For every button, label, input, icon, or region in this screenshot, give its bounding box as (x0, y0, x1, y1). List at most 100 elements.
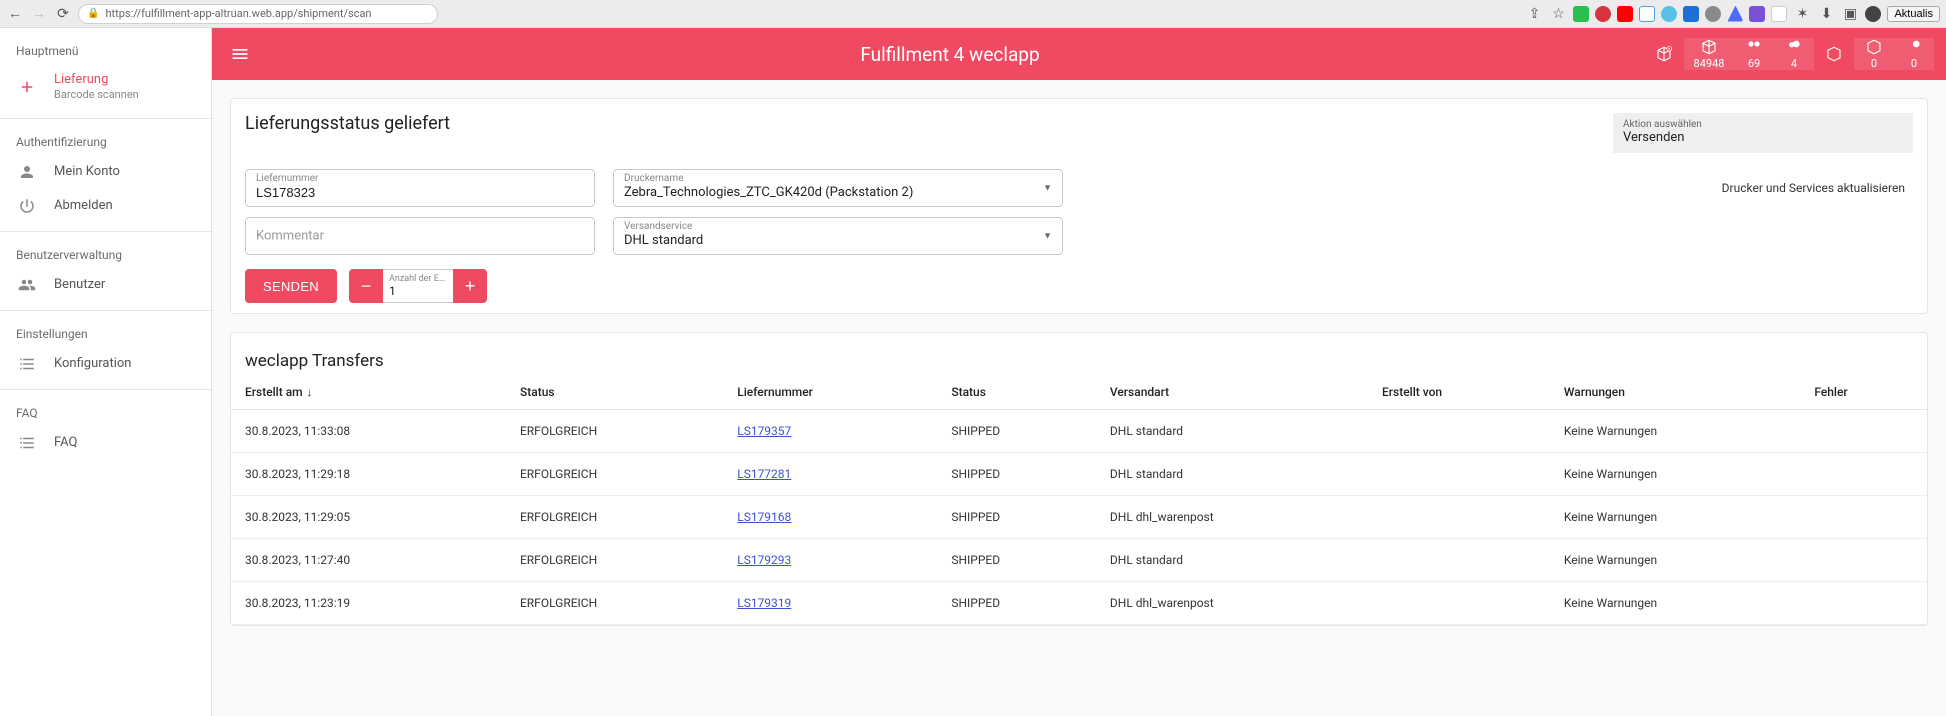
list-icon (16, 434, 38, 452)
kommentar-field[interactable]: Kommentar (245, 217, 595, 255)
col-status1[interactable]: Status (506, 375, 723, 410)
cell-fehler (1800, 582, 1927, 625)
abp-icon[interactable] (1595, 6, 1611, 22)
cell-erstellt: 30.8.2023, 11:23:19 (231, 582, 506, 625)
cell-status2: SHIPPED (937, 453, 1096, 496)
stat-value: 0 (1871, 57, 1877, 70)
liefernummer-field[interactable]: Liefernummer (245, 169, 595, 207)
stats-ext-icon[interactable] (1771, 6, 1787, 22)
druckername-select[interactable]: Druckername Zebra_Technologies_ZTC_GK420… (613, 169, 1063, 207)
stat-zero-b[interactable]: 0 (1894, 38, 1934, 70)
stat-package-down[interactable] (1814, 38, 1854, 70)
gray-ext-icon[interactable] (1705, 6, 1721, 22)
cell-warnungen: Keine Warnungen (1550, 582, 1800, 625)
reload-button[interactable]: ⟳ (54, 5, 72, 23)
label-count-field[interactable]: Anzahl der Etik… 1 (383, 269, 453, 303)
refresh-services-link[interactable]: Drucker und Services aktualisieren (1722, 181, 1913, 195)
stat-add-package[interactable] (1644, 38, 1684, 70)
versandservice-value: DHL standard (624, 233, 1052, 248)
triangle-ext-icon[interactable] (1727, 6, 1743, 22)
col-warnungen[interactable]: Warnungen (1550, 375, 1800, 410)
pin-ext-icon[interactable] (1661, 6, 1677, 22)
stat-packages[interactable]: 84948 (1684, 38, 1734, 70)
cell-versandart: DHL standard (1096, 453, 1368, 496)
plus-icon (16, 78, 38, 96)
col-status2[interactable]: Status (937, 375, 1096, 410)
sidebar: Hauptmenü Lieferung Barcode scannen Auth… (0, 28, 212, 716)
power-icon (16, 197, 38, 215)
liefernummer-link[interactable]: LS179293 (737, 553, 791, 567)
liefernummer-link[interactable]: LS179319 (737, 596, 791, 610)
versandservice-select[interactable]: Versandservice DHL standard (613, 217, 1063, 255)
sidebar-item-konfiguration[interactable]: Konfiguration (0, 347, 211, 381)
cell-versandart: DHL standard (1096, 410, 1368, 453)
cell-status2: SHIPPED (937, 582, 1096, 625)
send-button[interactable]: SENDEN (245, 269, 337, 303)
cell-erstellt: 30.8.2023, 11:27:40 (231, 539, 506, 582)
col-erstellt-von[interactable]: Erstellt von (1368, 375, 1550, 410)
decrement-button[interactable]: − (349, 269, 383, 303)
address-bar[interactable]: 🔒 https://fulfillment-app-altruan.web.ap… (78, 4, 438, 24)
cell-erstellt-von (1368, 453, 1550, 496)
extensions-button[interactable]: ✶ (1793, 5, 1811, 23)
cell-status1: ERFOLGREICH (506, 582, 723, 625)
liefernummer-input[interactable] (256, 185, 584, 200)
blue-ext-icon[interactable] (1683, 6, 1699, 22)
transfers-title: weclapp Transfers (231, 333, 1927, 375)
url-text: https://fulfillment-app-altruan.web.app/… (105, 7, 371, 20)
ext-s-icon[interactable] (1639, 6, 1655, 22)
stat-users-a[interactable]: 69 (1734, 38, 1774, 70)
youtube-ext-icon[interactable] (1617, 6, 1633, 22)
cell-versandart: DHL standard (1096, 539, 1368, 582)
increment-button[interactable]: + (453, 269, 487, 303)
browser-chrome: ← → ⟳ 🔒 https://fulfillment-app-altruan.… (0, 0, 1946, 28)
col-liefernummer[interactable]: Liefernummer (723, 375, 937, 410)
cell-fehler (1800, 539, 1927, 582)
sort-desc-icon: ↓ (307, 386, 313, 399)
purple-ext-icon[interactable] (1749, 6, 1765, 22)
table-row: 30.8.2023, 11:23:19ERFOLGREICH LS179319 SH… (231, 582, 1927, 625)
cell-liefernummer: LS179168 (723, 496, 937, 539)
back-button[interactable]: ← (6, 5, 24, 23)
cell-erstellt: 30.8.2023, 11:29:05 (231, 496, 506, 539)
col-erstellt[interactable]: Erstellt am↓ (231, 375, 506, 410)
avatar-icon[interactable] (1865, 6, 1881, 22)
sidebar-item-benutzer[interactable]: Benutzer (0, 268, 211, 302)
table-row: 30.8.2023, 11:29:05ERFOLGREICH LS179168 SH… (231, 496, 1927, 539)
lock-icon: 🔒 (87, 8, 99, 19)
cell-status2: SHIPPED (937, 496, 1096, 539)
shipment-form-card: Lieferungsstatus geliefert Aktion auswäh… (230, 98, 1928, 314)
stat-users-b[interactable]: 4 (1774, 38, 1814, 70)
app-bar: Fulfillment 4 weclapp 84948 69 4 (212, 28, 1946, 80)
cell-status1: ERFOLGREICH (506, 496, 723, 539)
star-icon[interactable]: ☆ (1549, 5, 1567, 23)
liefernummer-link[interactable]: LS177281 (737, 467, 791, 481)
extension-icon[interactable] (1573, 6, 1589, 22)
cell-erstellt-von (1368, 496, 1550, 539)
stat-value: 69 (1748, 57, 1760, 70)
main-area: Fulfillment 4 weclapp 84948 69 4 (212, 28, 1946, 716)
sidebar-item-konto[interactable]: Mein Konto (0, 155, 211, 189)
sidebar-item-abmelden[interactable]: Abmelden (0, 189, 211, 223)
download-icon[interactable]: ⬇ (1817, 5, 1835, 23)
person-icon (16, 163, 38, 181)
sidebar-item-label: FAQ (54, 435, 77, 451)
field-label: Liefernummer (256, 173, 318, 184)
cell-warnungen: Keine Warnungen (1550, 539, 1800, 582)
action-select[interactable]: Aktion auswählen Versenden (1613, 113, 1913, 153)
liefernummer-link[interactable]: LS179357 (737, 424, 791, 438)
col-versandart[interactable]: Versandart (1096, 375, 1368, 410)
forward-button[interactable]: → (30, 5, 48, 23)
refresh-browser-button[interactable]: Aktualis (1887, 6, 1940, 22)
stat-zero-a[interactable]: 0 (1854, 38, 1894, 70)
cell-versandart: DHL dhl_warenpost (1096, 582, 1368, 625)
cell-status2: SHIPPED (937, 410, 1096, 453)
sidebar-item-lieferung[interactable]: Lieferung Barcode scannen (0, 64, 211, 110)
share-icon[interactable]: ⇪ (1525, 5, 1543, 23)
col-fehler[interactable]: Fehler (1800, 375, 1927, 410)
panel-icon[interactable]: ▣ (1841, 5, 1859, 23)
label-count-stepper: − Anzahl der Etik… 1 + (349, 269, 487, 303)
menu-button[interactable] (224, 38, 256, 70)
liefernummer-link[interactable]: LS179168 (737, 510, 791, 524)
sidebar-item-faq[interactable]: FAQ (0, 426, 211, 460)
